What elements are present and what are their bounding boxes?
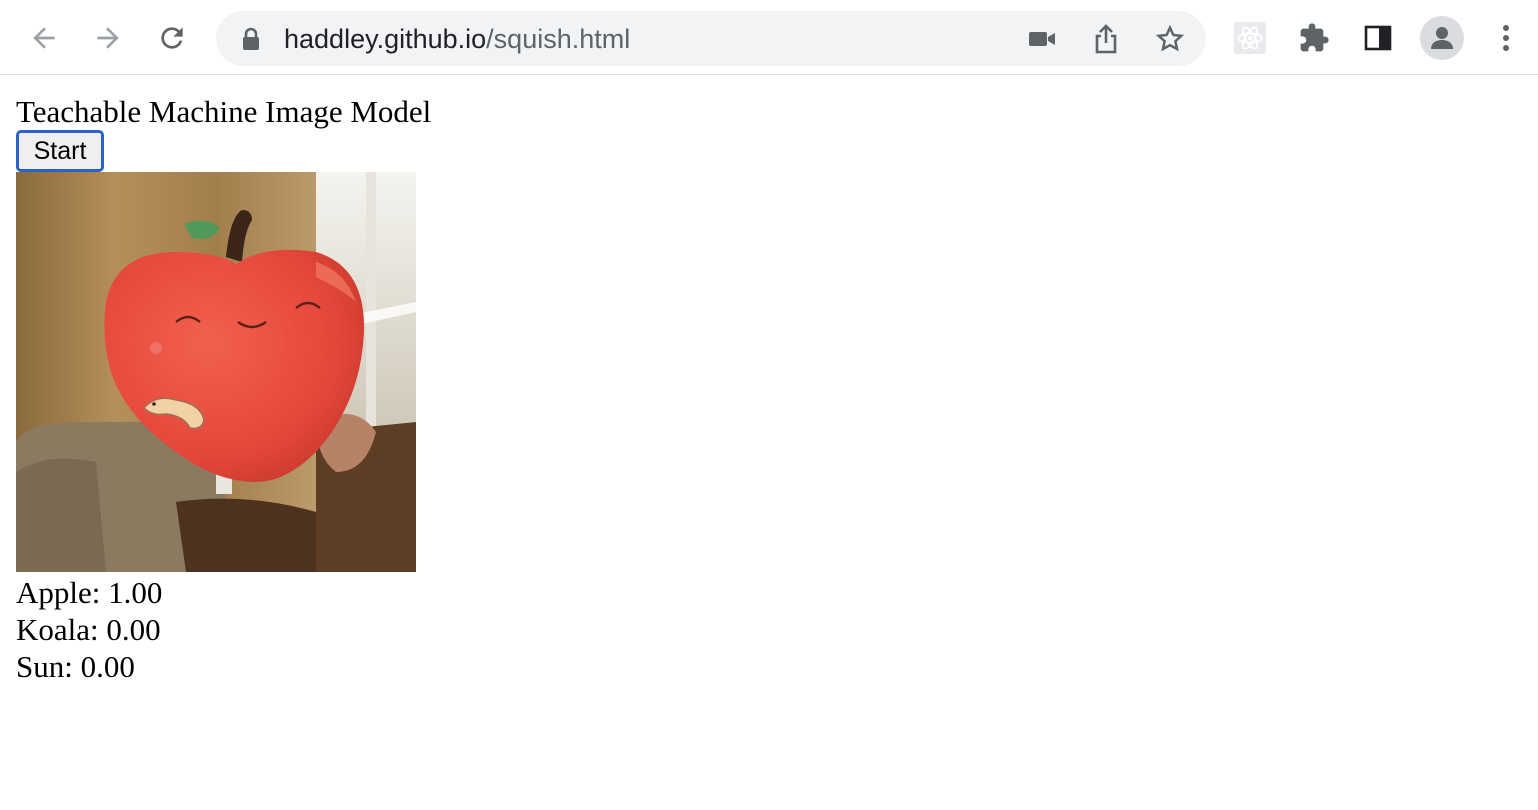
start-button[interactable]: Start	[16, 130, 104, 172]
prediction-koala: Koala: 0.00	[16, 612, 161, 647]
page-content: Teachable Machine Image Model Start Appl…	[0, 76, 1538, 810]
webcam-canvas	[16, 172, 416, 572]
camera-in-use-icon[interactable]	[1024, 21, 1060, 57]
page-title: Teachable Machine Image Model	[16, 94, 432, 129]
url-text[interactable]: haddley.github.io/squish.html	[284, 24, 630, 54]
address-bar[interactable]: haddley.github.io/squish.html	[216, 11, 1206, 66]
profile-avatar-icon[interactable]	[1420, 16, 1464, 60]
reload-icon[interactable]	[152, 18, 192, 58]
url-path: /squish.html	[486, 24, 631, 54]
side-panel-icon[interactable]	[1358, 18, 1398, 58]
prediction-labels: Apple: 1.00 Koala: 0.00 Sun: 0.00	[16, 574, 162, 685]
share-icon[interactable]	[1088, 21, 1124, 57]
back-arrow-icon[interactable]	[24, 18, 64, 58]
browser-toolbar: haddley.github.io/squish.html	[0, 0, 1538, 75]
apple-plush-image	[16, 172, 416, 572]
prediction-apple: Apple: 1.00	[16, 575, 163, 610]
url-host: haddley.github.io	[284, 24, 487, 54]
forward-arrow-icon[interactable]	[88, 18, 128, 58]
bookmark-star-icon[interactable]	[1152, 21, 1188, 57]
more-menu-icon[interactable]	[1486, 18, 1526, 58]
prediction-sun: Sun: 0.00	[16, 649, 135, 684]
lock-icon[interactable]	[240, 27, 262, 56]
extensions-puzzle-icon[interactable]	[1294, 18, 1334, 58]
react-devtools-extension-icon[interactable]	[1230, 18, 1270, 58]
